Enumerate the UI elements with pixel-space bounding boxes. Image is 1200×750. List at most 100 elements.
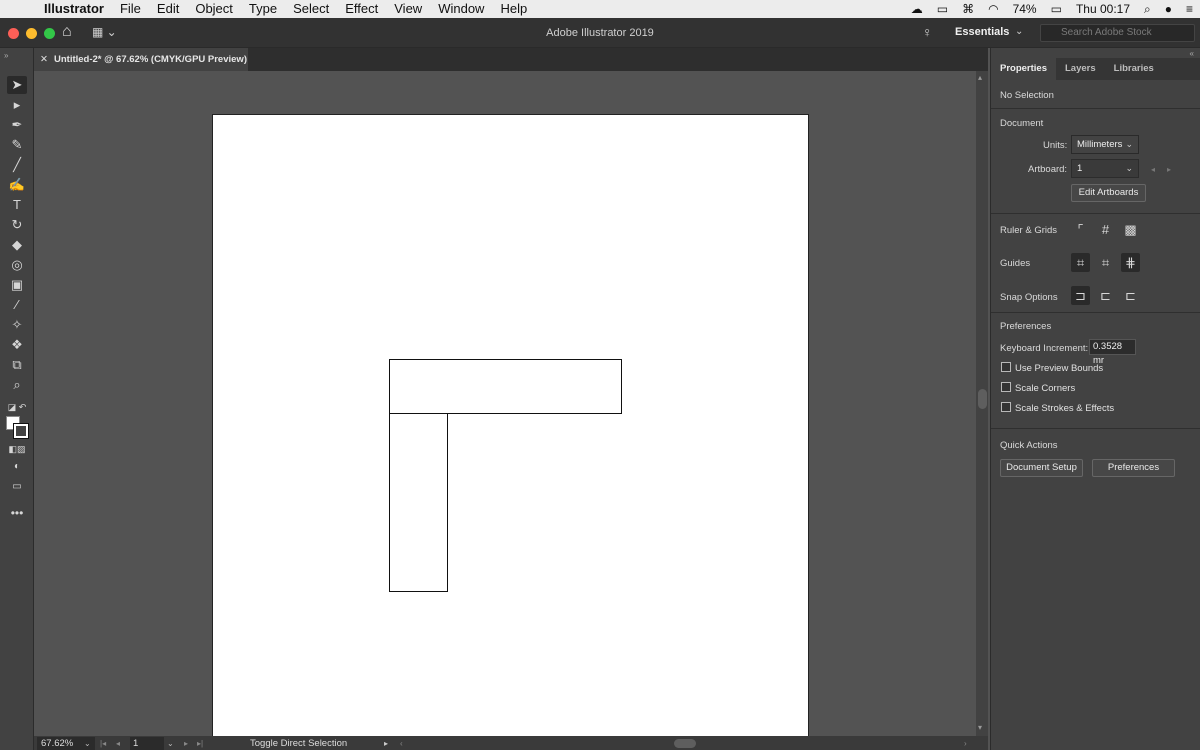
vertical-rectangle[interactable] <box>389 413 448 592</box>
scroll-right-icon[interactable]: › <box>964 737 967 750</box>
zoom-tool-icon[interactable]: ⌕ <box>7 376 27 394</box>
siri-icon[interactable]: ● <box>1158 2 1179 16</box>
horizontal-rectangle[interactable] <box>389 359 622 414</box>
spotlight-search-icon[interactable]: ⌕ <box>1137 2 1158 17</box>
screen-mode-icon[interactable]: ▭ <box>7 478 27 496</box>
lock-guides-icon[interactable]: ⌗ <box>1096 253 1115 272</box>
battery-percent[interactable]: 74% <box>1006 2 1044 16</box>
tab-libraries[interactable]: Libraries <box>1105 58 1163 80</box>
zoom-dropdown-icon[interactable]: ⌄ <box>84 737 91 750</box>
units-dropdown[interactable]: Millimeters ⌄ <box>1071 135 1139 154</box>
grid-icon[interactable]: # <box>1096 220 1115 239</box>
width-tool-icon[interactable]: ✧ <box>7 316 27 334</box>
edit-artboards-button[interactable]: Edit Artboards <box>1071 184 1146 202</box>
scale-strokes-checkbox[interactable] <box>1001 402 1011 412</box>
panel-collapse-icon[interactable]: » <box>4 51 8 60</box>
paintbrush-tool-icon[interactable]: ✍ <box>7 176 27 194</box>
default-swap-colors-icon[interactable]: ◪ ↶ <box>7 398 27 416</box>
first-artboard-icon[interactable]: |◂ <box>100 737 106 750</box>
snap-to-glyph-icon[interactable]: ⊏ <box>1121 286 1140 305</box>
menu-type[interactable]: Type <box>241 0 285 18</box>
artboard[interactable] <box>212 114 809 736</box>
vertical-scroll-thumb[interactable] <box>978 389 987 409</box>
vertical-scrollbar[interactable]: ▴ ▾ <box>976 71 988 736</box>
scroll-up-icon[interactable]: ▴ <box>978 73 982 82</box>
chevron-down-icon[interactable]: ⌄ <box>1015 26 1023 37</box>
curvature-tool-icon[interactable]: ✎ <box>7 136 27 154</box>
preferences-button[interactable]: Preferences <box>1092 459 1175 477</box>
artboard-number-field[interactable]: 1 <box>130 737 164 750</box>
color-none-icons[interactable]: ◧▨ <box>7 440 27 458</box>
gradient-tool-icon[interactable]: ▣ <box>7 276 27 294</box>
lightbulb-icon[interactable]: ♀ <box>922 24 933 40</box>
tools-panel: » ➤ ▸ ✒ ✎ ╱ ✍ T ↻ ◆ ◎ ▣ ⁄ ✧ ❖ ⧉ ⌕ ◪ ↶ ◧▨… <box>0 48 34 750</box>
pen-tool-icon[interactable]: ✒ <box>7 116 27 134</box>
snap-to-point-icon[interactable]: ⊐ <box>1071 286 1090 305</box>
clock[interactable]: Thu 00:17 <box>1069 2 1137 16</box>
rotate-tool-icon[interactable]: ↻ <box>7 216 27 234</box>
menu-file[interactable]: File <box>112 0 149 18</box>
artboard-tool-icon[interactable]: ⧉ <box>7 356 27 374</box>
more-tools-icon[interactable]: ••• <box>7 504 27 522</box>
selection-tool-icon[interactable]: ➤ <box>7 76 27 94</box>
eraser-tool-icon[interactable]: ◆ <box>7 236 27 254</box>
units-label: Units: <box>1043 140 1068 151</box>
artboard-dropdown[interactable]: 1 ⌄ <box>1071 159 1139 178</box>
system-menu-bar: Illustrator File Edit Object Type Select… <box>0 0 1200 18</box>
artboard-dropdown-icon[interactable]: ⌄ <box>167 737 174 750</box>
last-artboard-icon[interactable]: ▸| <box>197 737 203 750</box>
use-preview-bounds-checkbox[interactable] <box>1001 362 1011 372</box>
next-artboard-icon[interactable]: ▸ <box>1167 165 1171 174</box>
status-text[interactable]: Toggle Direct Selection <box>250 736 347 750</box>
line-segment-tool-icon[interactable]: ╱ <box>7 156 27 174</box>
menu-view[interactable]: View <box>386 0 430 18</box>
draw-mode-icon[interactable]: ◐ <box>7 458 27 476</box>
menu-select[interactable]: Select <box>285 0 337 18</box>
document-tab-bar: ✕ Untitled-2* @ 67.62% (CMYK/GPU Preview… <box>34 48 988 71</box>
scroll-down-icon[interactable]: ▾ <box>978 723 982 732</box>
transparency-grid-icon[interactable]: ▩ <box>1121 220 1140 239</box>
menu-illustrator[interactable]: Illustrator <box>40 0 112 18</box>
battery-icon[interactable]: ▭ <box>1044 2 1069 16</box>
stock-search-input[interactable]: Search Adobe Stock <box>1040 24 1195 42</box>
wifi-icon[interactable]: ◠ <box>981 2 1005 16</box>
type-tool-icon[interactable]: T <box>7 196 27 214</box>
creative-cloud-icon[interactable]: ☁ <box>904 2 930 16</box>
symbol-sprayer-tool-icon[interactable]: ❖ <box>7 336 27 354</box>
show-guides-icon[interactable]: ⌗ <box>1071 253 1090 272</box>
panel-tab-bar: Properties Layers Libraries <box>991 58 1200 80</box>
smart-guides-icon[interactable]: ⋕ <box>1121 253 1140 272</box>
scroll-left-icon[interactable]: ‹ <box>400 737 403 750</box>
menu-help[interactable]: Help <box>492 0 535 18</box>
canvas-area[interactable] <box>34 71 976 736</box>
horizontal-scroll-thumb[interactable] <box>674 739 696 748</box>
ruler-icon[interactable]: ⌜ <box>1071 220 1090 239</box>
keyboard-viewer-icon[interactable]: ⌘ <box>955 2 981 16</box>
stroke-swatch[interactable] <box>13 423 29 439</box>
document-setup-button[interactable]: Document Setup <box>1000 459 1083 477</box>
use-preview-bounds-label: Use Preview Bounds <box>1015 363 1104 374</box>
panel-expand-icon[interactable]: « <box>1190 49 1194 58</box>
keyboard-increment-field[interactable]: 0.3528 mr <box>1089 339 1136 366</box>
direct-selection-tool-icon[interactable]: ▸ <box>7 96 27 114</box>
next-artboard-icon[interactable]: ▸ <box>184 737 188 750</box>
previous-artboard-icon[interactable]: ◂ <box>1151 165 1155 174</box>
scale-corners-checkbox[interactable] <box>1001 382 1011 392</box>
airplay-icon[interactable]: ▭ <box>930 2 955 16</box>
menu-effect[interactable]: Effect <box>337 0 386 18</box>
close-tab-icon[interactable]: ✕ <box>40 48 48 71</box>
menu-edit[interactable]: Edit <box>149 0 187 18</box>
eyedropper-tool-icon[interactable]: ⁄ <box>7 296 27 314</box>
tab-properties[interactable]: Properties <box>991 58 1056 80</box>
notification-center-icon[interactable]: ≡ <box>1179 2 1200 16</box>
menu-window[interactable]: Window <box>430 0 492 18</box>
document-tab[interactable]: ✕ Untitled-2* @ 67.62% (CMYK/GPU Preview… <box>34 48 248 71</box>
tab-layers[interactable]: Layers <box>1056 58 1105 80</box>
workspace-switcher[interactable]: Essentials <box>955 26 1009 38</box>
units-value: Millimeters <box>1077 139 1123 150</box>
shape-builder-tool-icon[interactable]: ◎ <box>7 256 27 274</box>
menu-object[interactable]: Object <box>187 0 241 18</box>
previous-artboard-icon[interactable]: ◂ <box>116 737 120 750</box>
status-menu-icon[interactable]: ▸ <box>384 737 388 750</box>
snap-to-pixel-icon[interactable]: ⊏ <box>1096 286 1115 305</box>
